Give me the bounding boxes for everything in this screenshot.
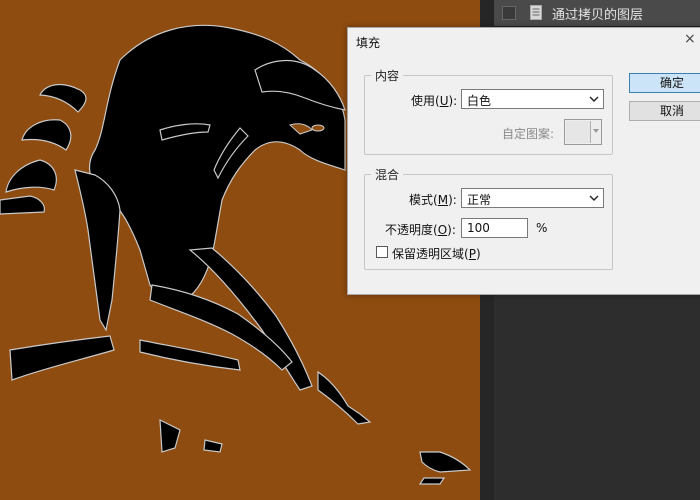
mode-select[interactable]: 正常 bbox=[461, 188, 604, 208]
ok-button[interactable]: 确定 bbox=[629, 73, 700, 93]
pattern-dropdown-icon bbox=[593, 129, 599, 133]
use-select[interactable]: 白色 bbox=[461, 89, 604, 109]
custom-pattern-label: 自定图案: bbox=[502, 127, 555, 141]
custom-pattern-picker bbox=[564, 119, 602, 145]
pattern-swatch bbox=[566, 121, 591, 143]
dialog-titlebar[interactable]: 填充 × bbox=[348, 28, 700, 56]
use-label: 使用(U): bbox=[411, 94, 458, 108]
cancel-button[interactable]: 取消 bbox=[629, 101, 700, 121]
visibility-toggle-icon[interactable] bbox=[502, 6, 516, 20]
layer-thumbnail-icon bbox=[530, 5, 542, 24]
use-value: 白色 bbox=[467, 94, 492, 108]
contents-legend: 内容 bbox=[375, 69, 400, 83]
chevron-down-icon bbox=[589, 96, 599, 102]
layer-row-copied[interactable]: 通过拷贝的图层 bbox=[494, 0, 700, 27]
blending-legend: 混合 bbox=[375, 168, 400, 182]
opacity-label: 不透明度(O): bbox=[385, 223, 456, 237]
fill-dialog: 填充 × 内容 使用(U): 白色 自定图案: 混合 模式(M): 正常 不透明… bbox=[347, 27, 700, 295]
opacity-unit: % bbox=[536, 221, 548, 235]
mode-label: 模式(M): bbox=[409, 193, 457, 207]
preserve-transparency-checkbox[interactable] bbox=[376, 246, 388, 258]
opacity-input[interactable]: 100 bbox=[461, 218, 528, 238]
dialog-title: 填充 bbox=[356, 36, 381, 50]
chevron-down-icon bbox=[589, 195, 599, 201]
mode-value: 正常 bbox=[467, 193, 492, 207]
opacity-value: 100 bbox=[467, 221, 490, 235]
close-icon[interactable]: × bbox=[684, 32, 698, 46]
layer-name: 通过拷贝的图层 bbox=[552, 8, 644, 23]
preserve-transparency-label[interactable]: 保留透明区域(P) bbox=[392, 245, 481, 262]
